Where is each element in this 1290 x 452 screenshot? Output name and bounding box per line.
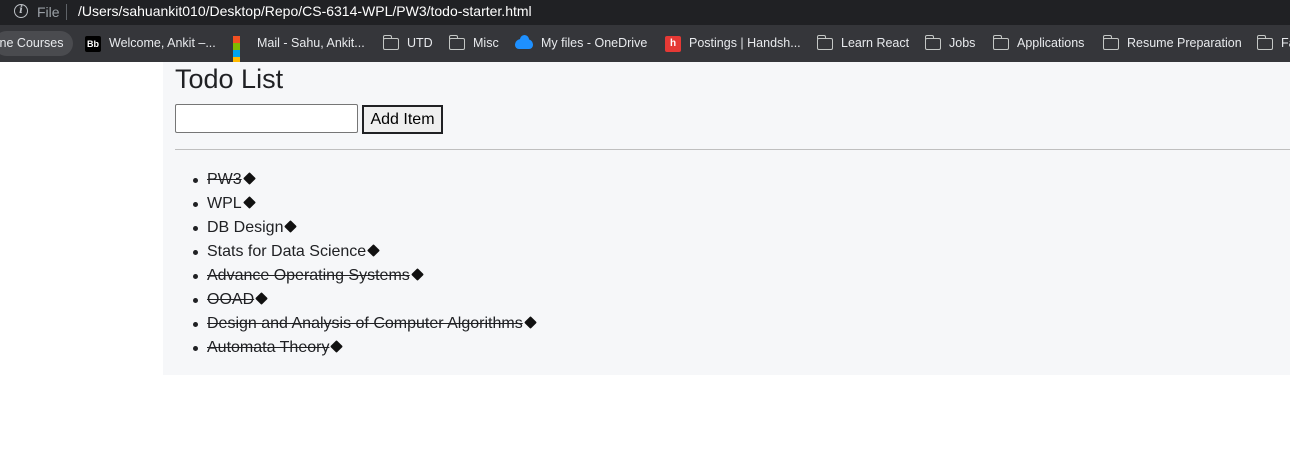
address-separator bbox=[66, 4, 67, 20]
bookmark-folder-misc[interactable]: Misc bbox=[448, 31, 499, 56]
bookmark-folder-fa[interactable]: Fa bbox=[1256, 31, 1290, 56]
divider bbox=[175, 149, 1290, 150]
eraser-icon[interactable] bbox=[242, 196, 256, 209]
bookmark-label: UTD bbox=[407, 36, 433, 50]
todo-item-text[interactable]: PW3 bbox=[207, 171, 242, 188]
todo-item[interactable]: Automata Theory bbox=[193, 336, 535, 360]
bookmark-label: Postings | Handsh... bbox=[689, 36, 801, 50]
bookmark-handshake[interactable]: h Postings | Handsh... bbox=[665, 31, 801, 56]
todo-item[interactable]: OOAD bbox=[193, 288, 535, 312]
bookmark-mail[interactable]: Mail - Sahu, Ankit... bbox=[233, 31, 365, 62]
todo-item[interactable]: Advance Operating Systems bbox=[193, 264, 535, 288]
bookmark-label: Resume Preparation bbox=[1127, 36, 1242, 50]
eraser-icon[interactable] bbox=[242, 172, 256, 185]
blackboard-icon: Bb bbox=[85, 35, 101, 52]
bookmark-label: Fa bbox=[1281, 36, 1290, 50]
eraser-icon[interactable] bbox=[255, 292, 268, 305]
page-title: Todo List bbox=[175, 64, 284, 94]
bookmark-folder-learn-react[interactable]: Learn React bbox=[816, 31, 910, 56]
eraser-icon[interactable] bbox=[410, 268, 424, 281]
folder-icon bbox=[924, 34, 941, 50]
bookmark-label: Learn React bbox=[841, 36, 910, 50]
todo-item[interactable]: PW3 bbox=[193, 168, 535, 192]
eraser-icon[interactable] bbox=[523, 316, 537, 329]
microsoft-icon bbox=[233, 35, 249, 62]
folder-icon bbox=[1256, 34, 1273, 50]
todo-item[interactable]: Design and Analysis of Computer Algorith… bbox=[193, 312, 537, 336]
todo-app: Todo List Add Item PW3 WPL DB Design Sta… bbox=[163, 62, 1290, 375]
bookmark-label: Mail - Sahu, Ankit... bbox=[257, 36, 365, 50]
todo-item[interactable]: Stats for Data Science bbox=[193, 240, 535, 264]
todo-item-text[interactable]: Design and Analysis of Computer Algorith… bbox=[207, 315, 523, 332]
bookmark-label: Misc bbox=[473, 36, 499, 50]
todo-input[interactable] bbox=[175, 104, 358, 133]
handshake-icon: h bbox=[665, 35, 681, 52]
bookmark-folder-applications[interactable]: Applications bbox=[992, 31, 1085, 56]
folder-icon bbox=[992, 34, 1009, 50]
bookmark-label: Welcome, Ankit –... bbox=[109, 36, 216, 50]
folder-icon bbox=[382, 34, 399, 50]
url-text[interactable]: /Users/sahuankit010/Desktop/Repo/CS-6314… bbox=[78, 3, 532, 19]
folder-icon bbox=[1102, 34, 1119, 50]
eraser-icon[interactable] bbox=[284, 220, 298, 233]
bookmark-label: Applications bbox=[1017, 36, 1085, 50]
onedrive-icon bbox=[515, 34, 533, 49]
todo-item[interactable]: WPL bbox=[193, 192, 535, 216]
todo-item-text[interactable]: DB Design bbox=[207, 219, 283, 236]
todo-list: PW3 WPL DB Design Stats for Data Science… bbox=[193, 168, 537, 360]
bookmark-folder-resume-preparation[interactable]: Resume Preparation bbox=[1102, 31, 1242, 56]
add-item-button[interactable]: Add Item bbox=[362, 105, 443, 134]
bookmark-folder-utd[interactable]: UTD bbox=[382, 31, 433, 56]
todo-item[interactable]: DB Design bbox=[193, 216, 535, 240]
bookmark-folder-jobs[interactable]: Jobs bbox=[924, 31, 976, 56]
eraser-icon[interactable] bbox=[367, 244, 381, 257]
folder-icon bbox=[816, 34, 833, 50]
todo-item-text[interactable]: WPL bbox=[207, 195, 242, 212]
bookmark-label: line Courses bbox=[0, 36, 64, 50]
address-bar[interactable]: i File /Users/sahuankit010/Desktop/Repo/… bbox=[0, 0, 1290, 25]
site-info-icon[interactable]: i bbox=[14, 4, 28, 18]
folder-icon bbox=[448, 34, 465, 50]
todo-item-text[interactable]: Automata Theory bbox=[207, 339, 329, 356]
bookmark-label: My files - OneDrive bbox=[541, 36, 648, 50]
todo-item-text[interactable]: Advance Operating Systems bbox=[207, 267, 410, 284]
bookmark-onedrive[interactable]: My files - OneDrive bbox=[515, 31, 647, 56]
url-scheme-label: File bbox=[37, 4, 60, 20]
todo-item-text[interactable]: OOAD bbox=[207, 291, 254, 308]
bookmark-blackboard[interactable]: Bb Welcome, Ankit –... bbox=[85, 31, 216, 56]
eraser-icon[interactable] bbox=[330, 340, 344, 353]
bookmarks-bar: line Courses Bb Welcome, Ankit –... Mail… bbox=[0, 25, 1290, 62]
bookmark-online-courses[interactable]: line Courses bbox=[0, 31, 74, 56]
bookmark-label: Jobs bbox=[949, 36, 976, 50]
todo-item-text[interactable]: Stats for Data Science bbox=[207, 243, 366, 260]
